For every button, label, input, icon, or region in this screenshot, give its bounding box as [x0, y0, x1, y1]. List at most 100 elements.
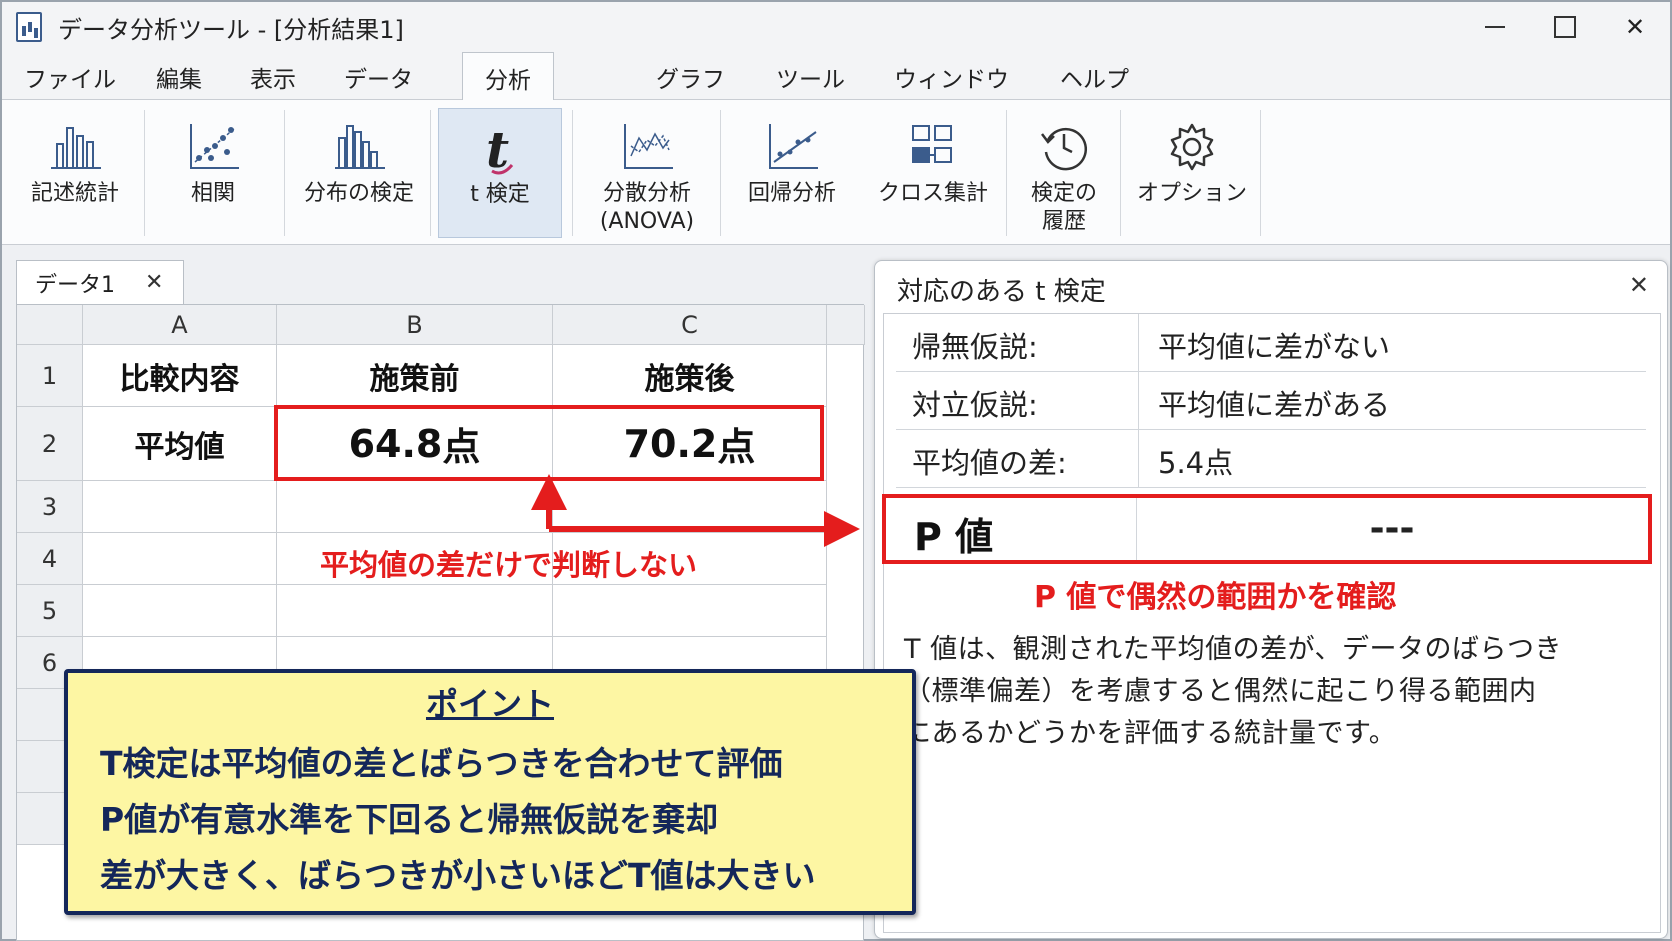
close-tab-icon[interactable]: ✕ [145, 270, 163, 295]
cell-a1[interactable]: 比較内容 [83, 345, 277, 407]
window-title: データ分析ツール - [分析結果1] [58, 15, 404, 44]
cell-c5[interactable] [553, 585, 827, 637]
test-history-label-sub: 履歴 [1041, 209, 1086, 234]
menu-window[interactable]: ウィンドウ [890, 60, 1013, 94]
menu-edit[interactable]: 編集 [152, 60, 206, 94]
regression-button[interactable]: 回帰分析 [732, 108, 852, 238]
mean-diff-label: 平均値の差: [912, 446, 1067, 480]
menu-graph[interactable]: グラフ [652, 60, 729, 94]
anova-label: 分散分析 [602, 181, 691, 206]
annotation-mean-diff: 平均値の差だけで判断しない [320, 548, 698, 582]
key-points-callout: ポイント T検定は平均値の差とばらつきを合わせて評価 P値が有意水準を下回ると帰… [64, 669, 916, 915]
row-header-1[interactable]: 1 [17, 345, 83, 407]
menu-file[interactable]: ファイル [20, 60, 120, 94]
description-line: にあるかどうかを評価する統計量です。 [904, 718, 1397, 749]
cell-b5[interactable] [277, 585, 553, 637]
t-test-icon: t [486, 121, 514, 175]
column-header-b[interactable]: B [277, 305, 553, 345]
panel-title: 対応のある t 検定 [897, 277, 1106, 307]
distribution-test-button[interactable]: 分布の検定 [296, 108, 422, 238]
row-divider [1138, 430, 1139, 487]
menu-tools[interactable]: ツール [772, 60, 849, 94]
cell-a4[interactable] [83, 533, 277, 585]
maximize-button[interactable] [1530, 2, 1600, 52]
row-header-2[interactable]: 2 [17, 407, 83, 481]
menu-view[interactable]: 表示 [246, 60, 300, 94]
app-document-icon [16, 12, 42, 42]
app-window: データ分析ツール - [分析結果1] ファイル 編集 表示 データ 分析 グラフ… [0, 0, 1672, 941]
crosstab-button[interactable]: クロス集計 [868, 108, 998, 238]
cell-c1[interactable]: 施策後 [553, 345, 827, 407]
test-history-button[interactable]: 検定の 履歴 [1016, 108, 1112, 238]
t-value-description: T 値は、観測された平均値の差が、データのばらつき （標準偏差）を考慮すると偶然… [904, 629, 1652, 755]
ribbon-separator [1120, 110, 1121, 236]
annotation-p-value: P 値で偶然の範囲かを確認 [1034, 580, 1397, 615]
highlight-box-means [274, 405, 824, 481]
distribution-test-label: 分布の検定 [303, 181, 414, 206]
regression-icon [769, 124, 818, 169]
ribbon-separator [144, 110, 145, 236]
mean-diff-value: 5.4点 [1158, 446, 1234, 480]
cell-b3[interactable] [277, 481, 553, 533]
ribbon-separator [430, 110, 431, 236]
anova-button[interactable]: 分散分析 (ANOVA) [582, 108, 712, 238]
cell-c3[interactable] [553, 481, 827, 533]
panel-body: 帰無仮説: 平均値に差がない 対立仮説: 平均値に差がある 平均値の差: 5.4… [883, 313, 1661, 933]
row-null-hypothesis: 帰無仮説: 平均値に差がない [896, 314, 1646, 372]
t-test-button[interactable]: t t 検定 [438, 108, 562, 238]
column-header-a[interactable]: A [83, 305, 277, 345]
window-controls [1460, 2, 1670, 52]
ribbon-separator [284, 110, 285, 236]
anova-icon [624, 124, 673, 169]
row-header-5[interactable]: 5 [17, 585, 83, 637]
cell-a2[interactable]: 平均値 [83, 407, 277, 481]
test-history-label: 検定の [1030, 181, 1097, 206]
row-divider [1138, 314, 1139, 371]
crosstab-icon [912, 125, 952, 163]
menu-data[interactable]: データ [340, 60, 417, 94]
cell-b1[interactable]: 施策前 [277, 345, 553, 407]
sheet-tab-data1[interactable]: データ1 ✕ [16, 260, 184, 304]
menu-help[interactable]: ヘルプ [1056, 60, 1133, 94]
corner-header[interactable] [17, 305, 83, 345]
cell-a5[interactable] [83, 585, 277, 637]
ribbon-separator [1006, 110, 1007, 236]
options-button[interactable]: オプション [1130, 108, 1254, 238]
p-value-label: P 値 [914, 515, 994, 559]
close-panel-icon[interactable]: ✕ [1629, 271, 1649, 299]
menu-analysis[interactable]: 分析 [462, 52, 554, 101]
descriptive-stats-button[interactable]: 記述統計 [20, 108, 130, 238]
null-hypothesis-value: 平均値に差がない [1158, 330, 1391, 364]
scatter-plot-icon [190, 124, 239, 169]
description-line: （標準偏差）を考慮すると偶然に起こり得る範囲内 [904, 676, 1537, 707]
alt-hypothesis-label: 対立仮説: [912, 388, 1038, 422]
t-test-label: t 検定 [470, 182, 530, 207]
row-mean-diff: 平均値の差: 5.4点 [896, 430, 1646, 488]
key-point-line: 差が大きく、ばらつきが小さいほどT値は大きい [100, 856, 816, 895]
minimize-button[interactable] [1460, 2, 1530, 52]
column-header-empty[interactable] [827, 305, 865, 345]
anova-label-sub: (ANOVA) [599, 209, 695, 234]
cell-a3[interactable] [83, 481, 277, 533]
descriptive-stats-label: 記述統計 [30, 181, 119, 206]
menu-bar: ファイル 編集 表示 データ 分析 グラフ ツール ウィンドウ ヘルプ [2, 52, 1670, 101]
key-points-title: ポイント [425, 685, 554, 723]
close-window-button[interactable] [1600, 2, 1670, 52]
row-header-4[interactable]: 4 [17, 533, 83, 585]
options-label: オプション [1136, 181, 1247, 206]
history-icon [1041, 127, 1087, 171]
column-header-c[interactable]: C [553, 305, 827, 345]
p-value: --- [1369, 508, 1415, 549]
row-divider [1138, 372, 1139, 429]
alt-hypothesis-value: 平均値に差がある [1158, 388, 1391, 422]
regression-label: 回帰分析 [747, 181, 836, 206]
row-header-3[interactable]: 3 [17, 481, 83, 533]
ribbon-toolbar: 記述統計 相関 分布の検定 t t 検定 分散分析 (ANOVA) 回帰分析 ク… [2, 100, 1670, 245]
null-hypothesis-label: 帰無仮説: [912, 330, 1038, 364]
correlation-button[interactable]: 相関 [158, 108, 268, 238]
key-point-line: T検定は平均値の差とばらつきを合わせて評価 [100, 744, 783, 783]
svg-text:t: t [486, 121, 509, 175]
description-line: T 値は、観測された平均値の差が、データのばらつき [904, 634, 1563, 665]
ribbon-separator [572, 110, 573, 236]
title-bar: データ分析ツール - [分析結果1] [2, 2, 1670, 52]
